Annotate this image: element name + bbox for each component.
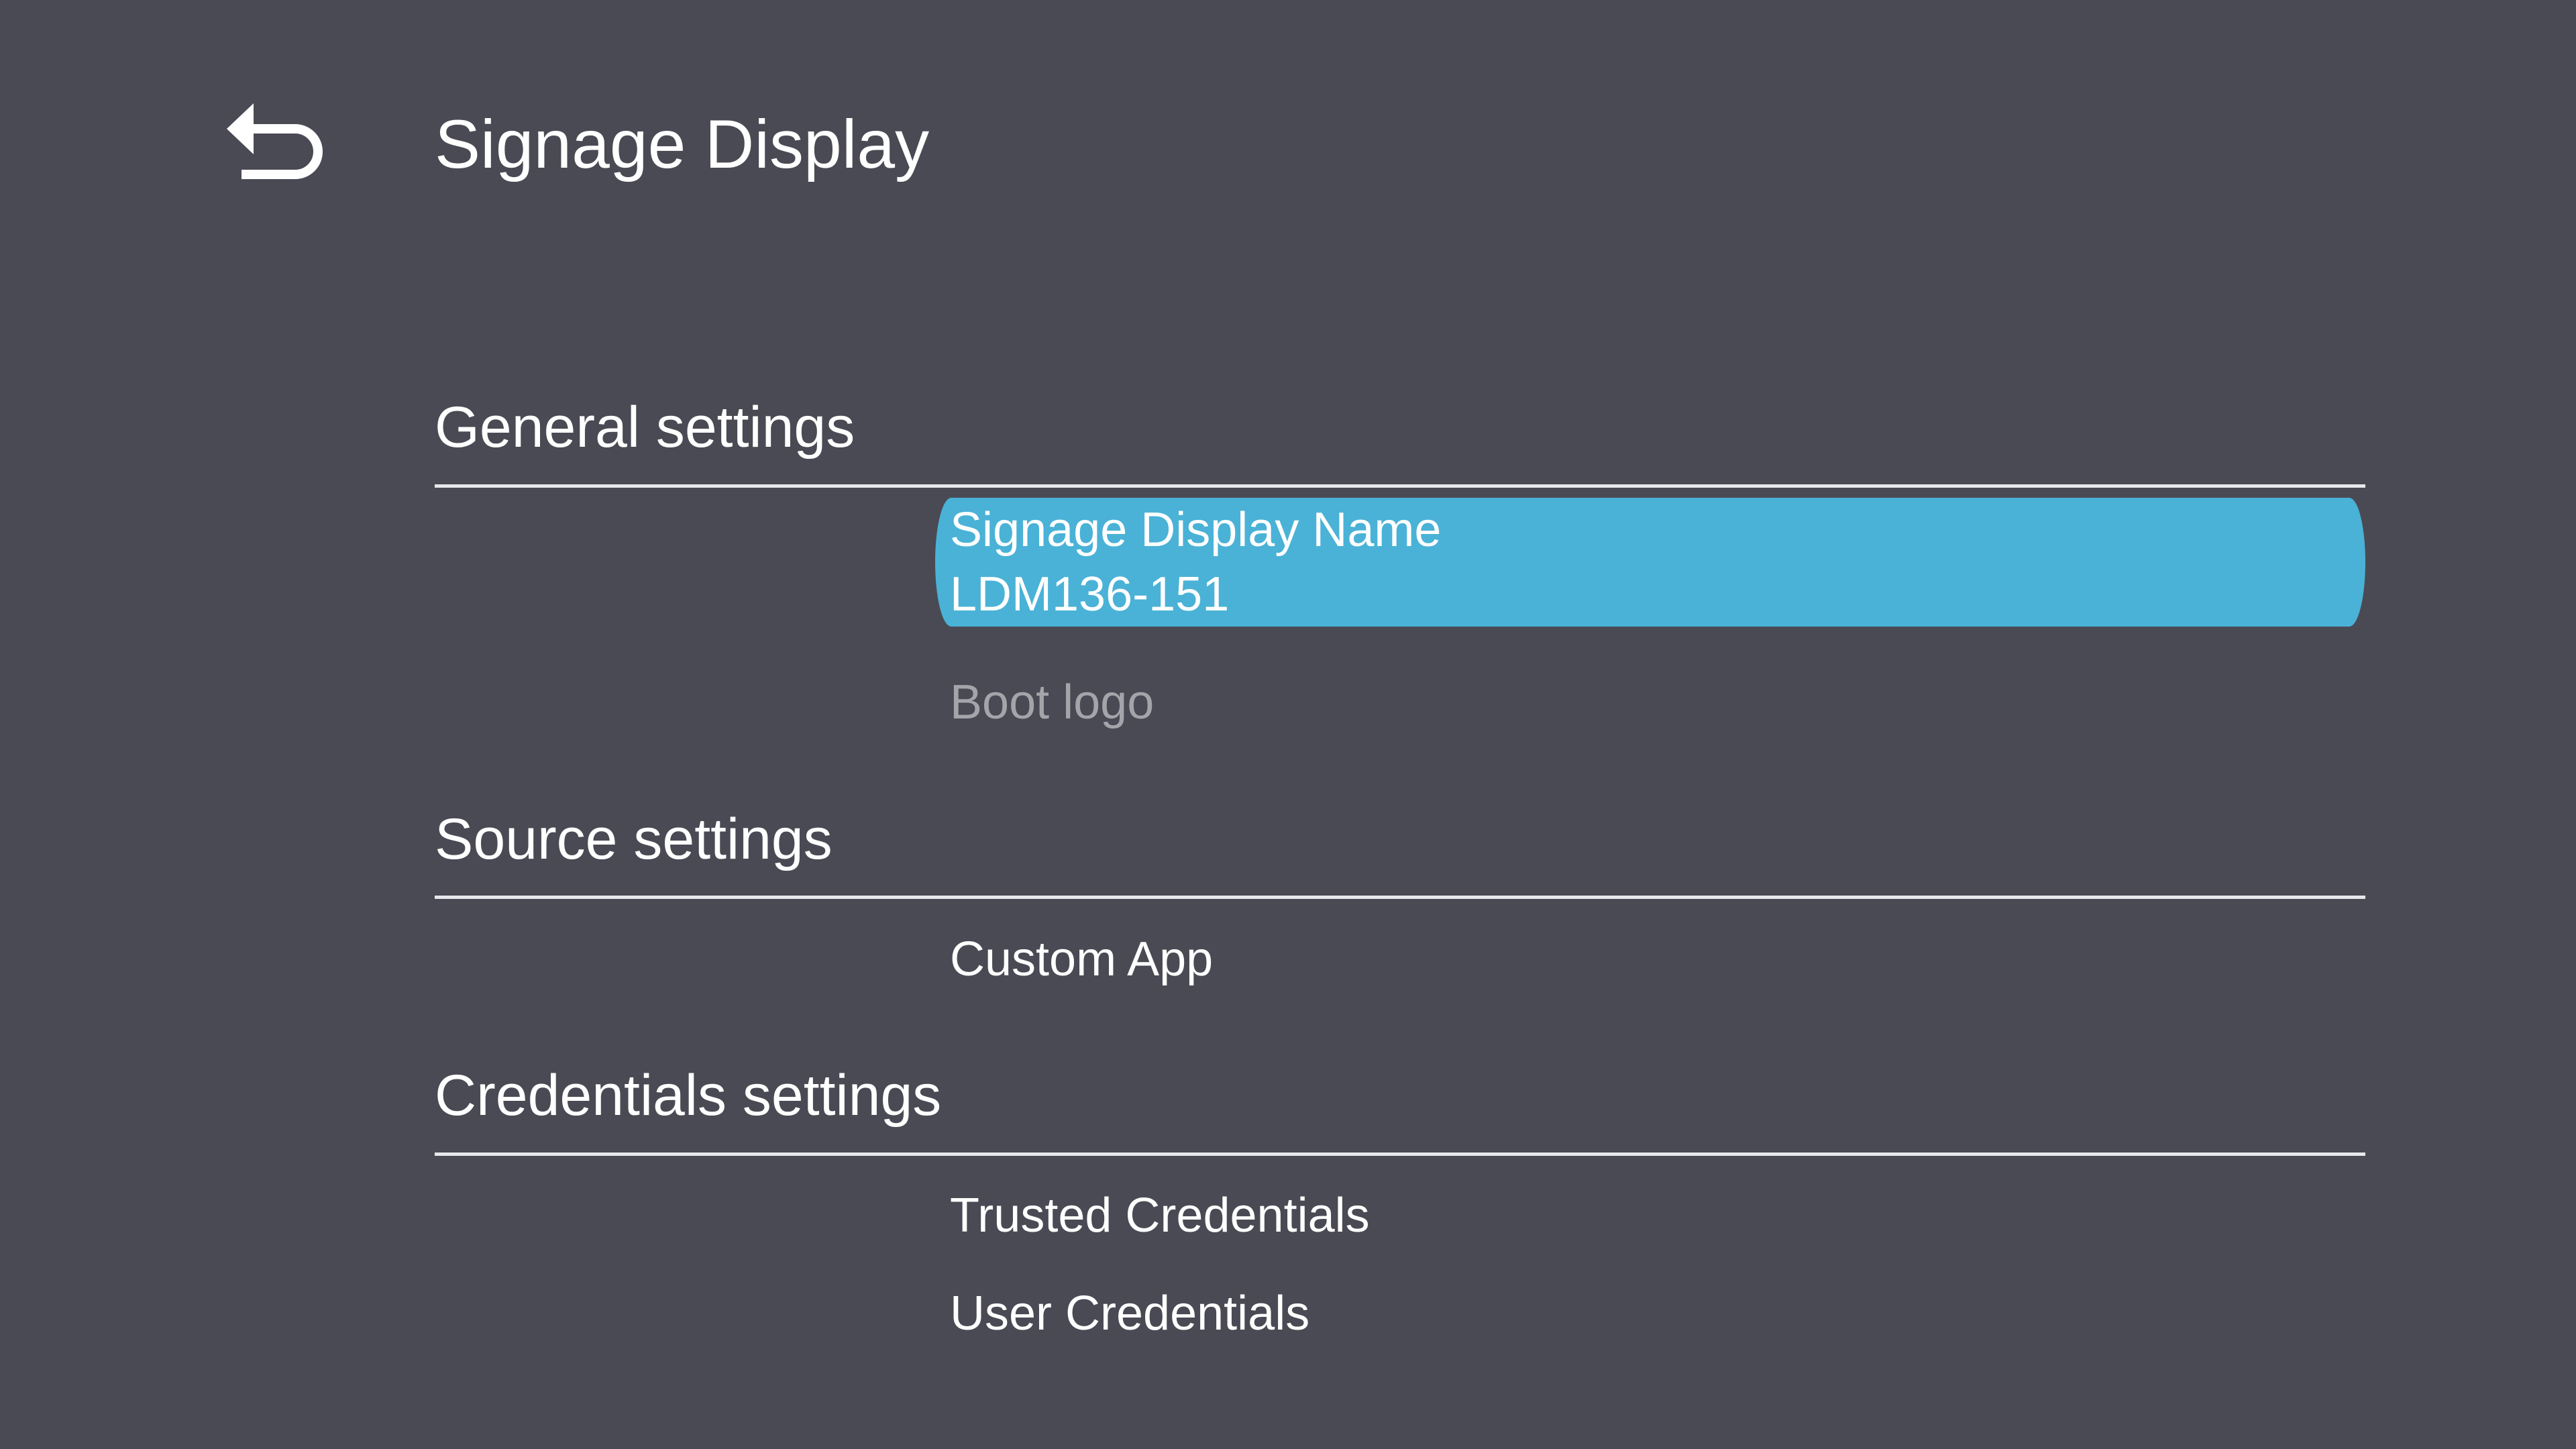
section-header-general: General settings [435, 395, 855, 460]
section-header-source: Source settings [435, 807, 833, 871]
back-arrow-icon [227, 103, 323, 179]
page-title: Signage Display [435, 106, 930, 182]
trusted-credentials-item[interactable]: Trusted Credentials [935, 1183, 2365, 1248]
section-divider [435, 484, 2365, 488]
custom-app-item[interactable]: Custom App [935, 927, 2365, 991]
settings-screen: Signage Display General settings Signage… [0, 0, 2576, 1449]
section-header-credentials: Credentials settings [435, 1063, 942, 1128]
boot-logo-item: Boot logo [950, 676, 1155, 729]
section-divider [435, 896, 2365, 899]
user-credentials-item[interactable]: User Credentials [935, 1281, 2365, 1346]
signage-display-name-item[interactable]: Signage Display Name LDM136-151 [935, 498, 2365, 627]
signage-display-name-value: LDM136-151 [950, 568, 1230, 621]
section-divider [435, 1152, 2365, 1156]
signage-display-name-label: Signage Display Name [950, 503, 1442, 557]
back-button[interactable] [215, 87, 329, 195]
